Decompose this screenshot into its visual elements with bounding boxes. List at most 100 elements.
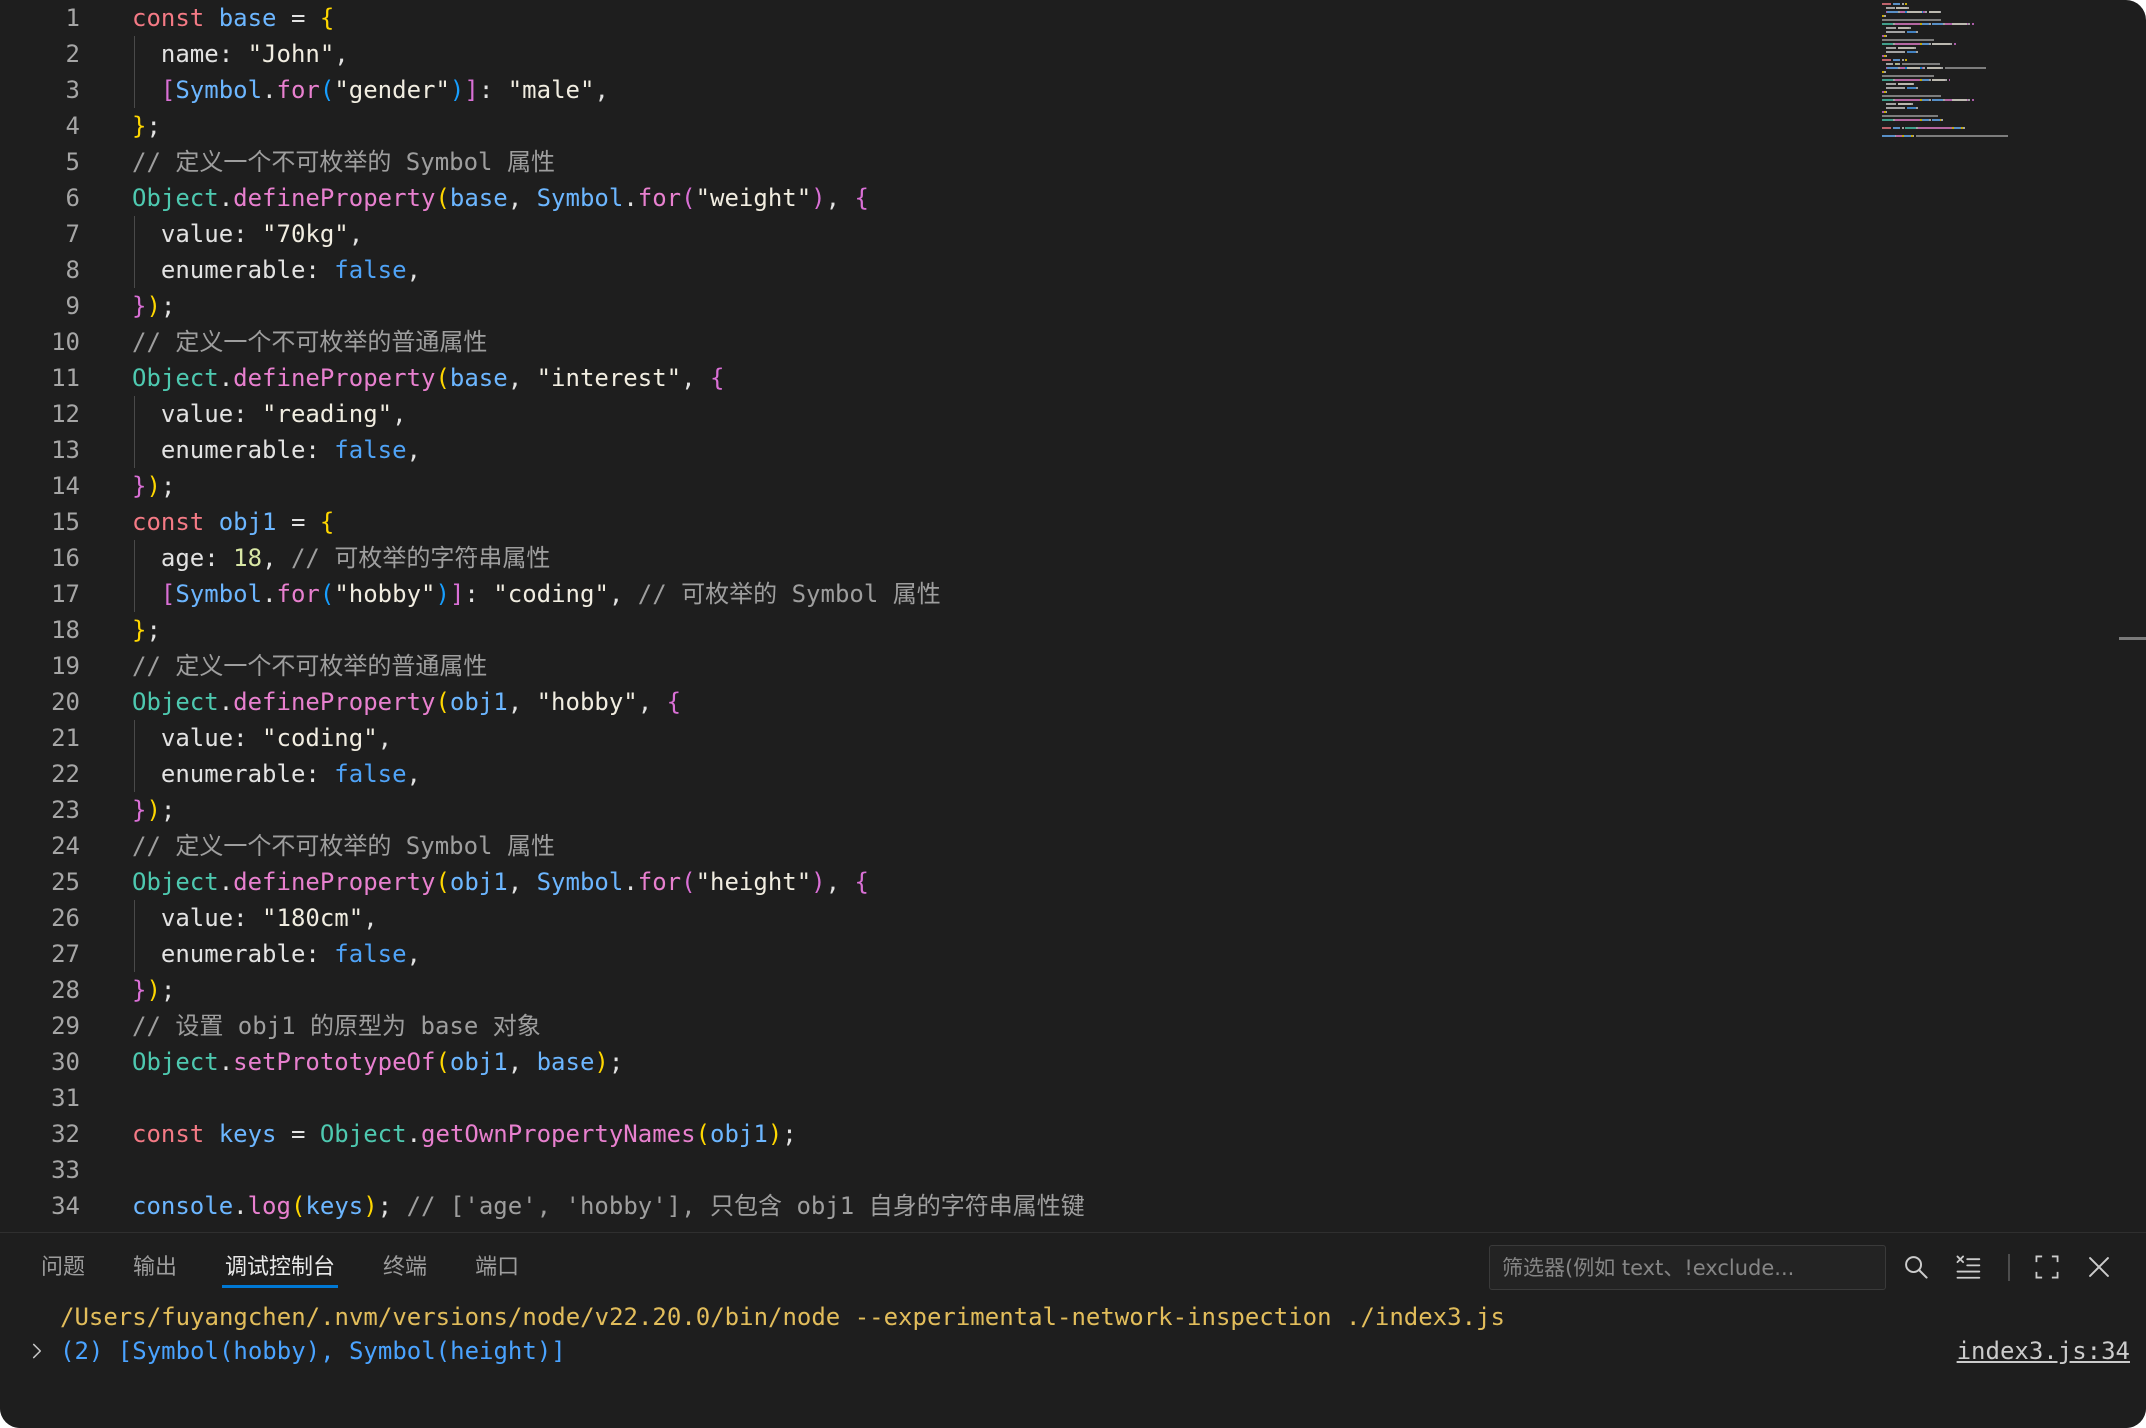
code-token: 18 [233, 544, 263, 572]
code-line[interactable]: 1 const base = { [0, 0, 1860, 36]
code-lines[interactable]: 1 const base = {2 name: "John", 3 [Symbol.… [0, 0, 1860, 1224]
code-text[interactable]: const base = { [132, 0, 334, 36]
code-text[interactable]: enumerable: false, [132, 432, 421, 468]
code-text[interactable]: [Symbol.for("gender")]: "male", [132, 72, 609, 108]
code-text[interactable]: Object.setPrototypeOf(obj1, base); [132, 1044, 623, 1080]
code-text[interactable]: Object.defineProperty(base, "interest", … [132, 360, 724, 396]
code-text[interactable]: // 设置 obj1 的原型为 base 对象 [132, 1008, 541, 1044]
minimap-token [1907, 51, 1917, 53]
code-line[interactable]: 30 Object.setPrototypeOf(obj1, base); [0, 1044, 1860, 1080]
code-token: "coding" [493, 580, 609, 608]
code-line[interactable]: 9}); [0, 288, 1860, 324]
tab-problems[interactable]: 问题 [38, 1250, 88, 1288]
code-line[interactable]: 22 enumerable: false, [0, 756, 1860, 792]
code-line[interactable]: 13 enumerable: false, [0, 432, 1860, 468]
minimap[interactable] [1882, 0, 2042, 142]
line-number: 18 [51, 616, 80, 644]
code-text[interactable]: }; [132, 108, 161, 144]
console-source-link[interactable]: index3.js:34 [1957, 1334, 2130, 1368]
code-line[interactable]: 26 value: "180cm", [0, 900, 1860, 936]
code-line[interactable]: 25 Object.defineProperty(obj1, Symbol.for… [0, 864, 1860, 900]
code-text[interactable]: // 定义一个不可枚举的 Symbol 属性 [132, 828, 555, 864]
code-line[interactable]: 20 Object.defineProperty(obj1, "hobby", { [0, 684, 1860, 720]
code-token: name: [132, 40, 248, 68]
minimap-token [1892, 3, 1900, 5]
code-text[interactable]: Object.defineProperty(obj1, "hobby", { [132, 684, 681, 720]
code-text[interactable]: const obj1 = { [132, 504, 334, 540]
code-token: "gender" [334, 76, 450, 104]
code-text[interactable]: // 定义一个不可枚举的普通属性 [132, 648, 487, 684]
code-line[interactable]: 6 Object.defineProperty(base, Symbol.for(… [0, 180, 1860, 216]
code-line[interactable]: 16 age: 18, // 可枚举的字符串属性 [0, 540, 1860, 576]
code-text[interactable]: console.log(keys); // ['age', 'hobby'], … [132, 1188, 1085, 1224]
code-text[interactable]: Object.defineProperty(base, Symbol.for("… [132, 180, 869, 216]
line-number: 19 [51, 652, 80, 680]
code-text[interactable]: value: "70kg", [132, 216, 363, 252]
console-result-line[interactable]: (2) [Symbol(hobby), Symbol(height)] [60, 1334, 566, 1368]
code-text[interactable]: age: 18, // 可枚举的字符串属性 [132, 540, 550, 576]
search-icon[interactable] [1901, 1252, 1931, 1282]
code-line[interactable]: 24 // 定义一个不可枚举的 Symbol 属性 [0, 828, 1860, 864]
code-text[interactable]: name: "John", [132, 36, 349, 72]
code-text[interactable]: enumerable: false, [132, 936, 421, 972]
code-text[interactable]: Object.defineProperty(obj1, Symbol.for("… [132, 864, 869, 900]
code-token: Object [132, 184, 219, 212]
code-line[interactable]: 29 // 设置 obj1 的原型为 base 对象 [0, 1008, 1860, 1044]
code-line[interactable]: 10 // 定义一个不可枚举的普通属性 [0, 324, 1860, 360]
tab-debug-console[interactable]: 调试控制台 [222, 1250, 339, 1288]
code-line[interactable]: 3 [Symbol.for("gender")]: "male", [0, 72, 1860, 108]
minimap-token [1928, 11, 1940, 13]
tab-output[interactable]: 输出 [130, 1250, 180, 1288]
code-text[interactable]: enumerable: false, [132, 252, 421, 288]
minimap-token [1948, 79, 1951, 81]
tab-terminal[interactable]: 终端 [380, 1250, 430, 1288]
code-text[interactable]: }); [132, 792, 175, 828]
minimap-token [1885, 35, 1888, 37]
code-text[interactable]: const keys = Object.getOwnPropertyNames(… [132, 1116, 797, 1152]
code-token: enumerable: [132, 436, 335, 464]
code-line[interactable]: 2 name: "John", [0, 36, 1860, 72]
code-line[interactable]: 33 [0, 1152, 1860, 1188]
code-text[interactable]: enumerable: false, [132, 756, 421, 792]
code-line[interactable]: 27 enumerable: false, [0, 936, 1860, 972]
code-line[interactable]: 28}); [0, 972, 1860, 1008]
code-text[interactable]: value: "180cm", [132, 900, 378, 936]
code-line[interactable]: 8 enumerable: false, [0, 252, 1860, 288]
code-line[interactable]: 19 // 定义一个不可枚举的普通属性 [0, 648, 1860, 684]
chevron-right-icon[interactable] [26, 1339, 48, 1363]
code-token: enumerable: [132, 760, 335, 788]
code-line[interactable]: 18}; [0, 612, 1860, 648]
code-token: "70kg" [262, 220, 349, 248]
code-line[interactable]: 15 const obj1 = { [0, 504, 1860, 540]
code-line[interactable]: 34 console.log(keys); // ['age', 'hobby']… [0, 1188, 1860, 1224]
code-line[interactable]: 23}); [0, 792, 1860, 828]
code-text[interactable]: value: "reading", [132, 396, 407, 432]
close-panel-icon[interactable] [2084, 1252, 2114, 1282]
code-text[interactable]: }); [132, 288, 175, 324]
code-text[interactable]: // 定义一个不可枚举的普通属性 [132, 324, 487, 360]
code-editor[interactable]: 1 const base = {2 name: "John", 3 [Symbol.… [0, 0, 2146, 1232]
code-text[interactable]: value: "coding", [132, 720, 392, 756]
code-line[interactable]: 21 value: "coding", [0, 720, 1860, 756]
code-line[interactable]: 4}; [0, 108, 1860, 144]
tab-ports[interactable]: 端口 [472, 1250, 522, 1288]
code-text[interactable]: }); [132, 468, 175, 504]
minimap-token [1885, 51, 1906, 53]
minimap-token [1882, 23, 1893, 25]
code-line[interactable]: 5 // 定义一个不可枚举的 Symbol 属性 [0, 144, 1860, 180]
clear-console-icon[interactable] [1953, 1252, 1983, 1282]
code-text[interactable]: }); [132, 972, 175, 1008]
code-text[interactable]: [Symbol.for("hobby")]: "coding", // 可枚举的… [132, 576, 941, 612]
maximize-panel-icon[interactable] [2032, 1252, 2062, 1282]
code-line[interactable]: 14}); [0, 468, 1860, 504]
code-line[interactable]: 31 [0, 1080, 1860, 1116]
console-filter-input[interactable] [1489, 1245, 1886, 1290]
code-line[interactable]: 11 Object.defineProperty(base, "interest"… [0, 360, 1860, 396]
code-line[interactable]: 32 const keys = Object.getOwnPropertyName… [0, 1116, 1860, 1152]
code-line[interactable]: 12 value: "reading", [0, 396, 1860, 432]
code-token: , [507, 868, 537, 896]
code-line[interactable]: 7 value: "70kg", [0, 216, 1860, 252]
code-text[interactable]: }; [132, 612, 161, 648]
code-line[interactable]: 17 [Symbol.for("hobby")]: "coding", // 可… [0, 576, 1860, 612]
code-text[interactable]: // 定义一个不可枚举的 Symbol 属性 [132, 144, 555, 180]
